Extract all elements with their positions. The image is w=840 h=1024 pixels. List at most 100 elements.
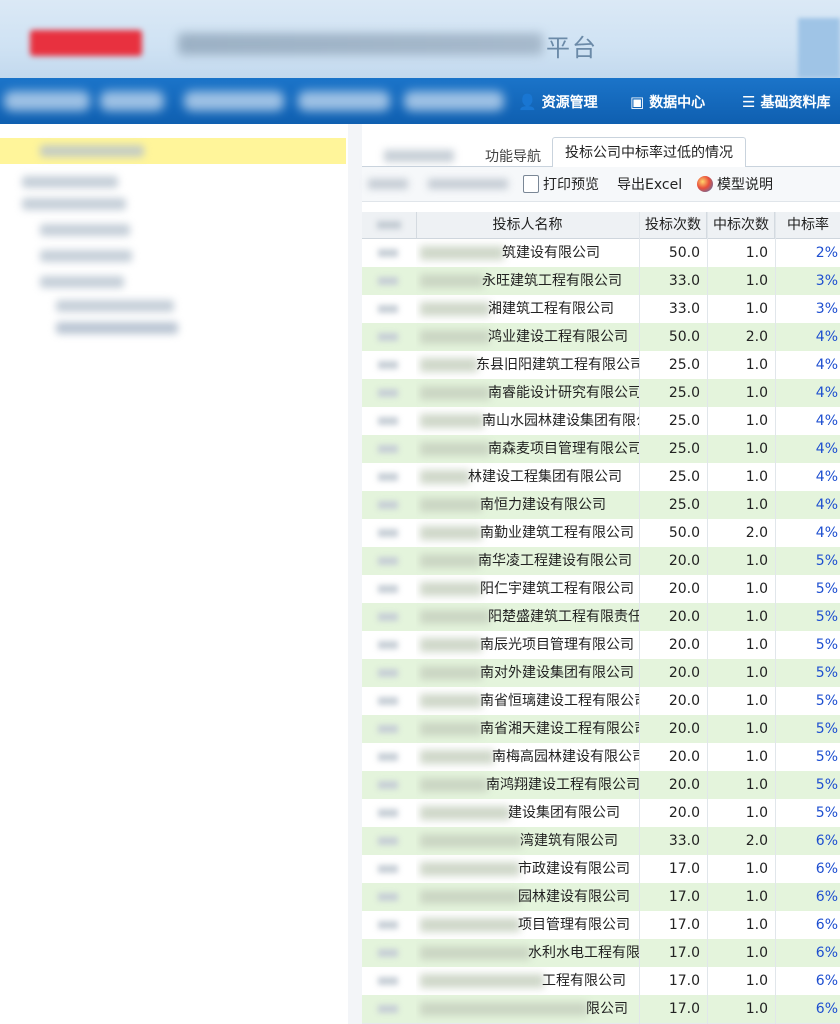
win-count-cell-value: 1.0 (745, 861, 768, 877)
bidder-name-cell: 南睿能设计研究有限公司 (416, 379, 639, 407)
win-count-cell-value: 1.0 (745, 889, 768, 905)
tab-low-win-rate[interactable]: 投标公司中标率过低的情况 (552, 137, 746, 169)
win-count-cell-value: 1.0 (745, 413, 768, 429)
table-row[interactable]: 南华凌工程建设有限公司 20.0 1.0 5% (362, 547, 840, 576)
grid-header-wins[interactable]: 中标次数 (708, 212, 775, 238)
win-count-cell: 1.0 (708, 407, 774, 435)
model-info-label: 模型说明 (717, 177, 773, 193)
table-row[interactable]: 阳仁宇建筑工程有限公司 20.0 1.0 5% (362, 575, 840, 604)
table-row[interactable]: 东县旧阳建筑工程有限公司 25.0 1.0 4% (362, 351, 840, 380)
bidder-name-obscured (420, 330, 490, 344)
table-row[interactable]: 湘建筑工程有限公司 33.0 1.0 3% (362, 295, 840, 324)
tree-node-selected[interactable] (0, 138, 346, 164)
tree-node-obscured[interactable] (56, 300, 174, 312)
table-row[interactable]: 南梅高园林建设有限公司 20.0 1.0 5% (362, 743, 840, 772)
list-icon: ☰ (742, 93, 756, 111)
win-rate-cell: 4% (776, 463, 840, 491)
nav-item-data-center[interactable]: ▣ 数据中心 (630, 90, 705, 114)
row-number-cell (362, 519, 416, 547)
bidder-name-obscured (420, 918, 520, 932)
table-row[interactable]: 永旺建筑工程有限公司 33.0 1.0 3% (362, 267, 840, 296)
win-rate-cell: 5% (776, 575, 840, 603)
row-number-obscured (378, 865, 398, 873)
win-count-cell: 2.0 (708, 323, 774, 351)
nav-item-resource[interactable]: 👤 资源管理 (518, 90, 598, 114)
toolbar-control-obscured[interactable] (428, 179, 508, 189)
bid-count-cell-value: 17.0 (668, 1001, 700, 1017)
bid-count-cell: 20.0 (640, 575, 706, 603)
win-rate-cell: 5% (776, 603, 840, 631)
table-row[interactable]: 湾建筑有限公司 33.0 2.0 6% (362, 827, 840, 856)
tree-node-obscured[interactable] (40, 224, 130, 236)
row-number-obscured (378, 417, 398, 425)
bidder-name-cell: 阳楚盛建筑工程有限责任公司 (416, 603, 639, 631)
win-count-cell-value: 1.0 (745, 973, 768, 989)
table-row[interactable]: 工程有限公司 17.0 1.0 6% (362, 967, 840, 996)
nav-item-obscured-1[interactable] (4, 91, 90, 111)
print-preview-button[interactable]: 打印预览 (523, 171, 599, 197)
win-count-cell: 1.0 (708, 603, 774, 631)
grid-header-name[interactable]: 投标人名称 (416, 212, 640, 238)
win-count-cell-value: 1.0 (745, 581, 768, 597)
table-row[interactable]: 林建设工程集团有限公司 25.0 1.0 4% (362, 463, 840, 492)
table-row[interactable]: 南恒力建设有限公司 25.0 1.0 4% (362, 491, 840, 520)
nav-item-obscured-4[interactable] (298, 91, 390, 111)
row-number-cell (362, 743, 416, 771)
tree-node-obscured[interactable] (22, 176, 118, 188)
win-count-cell: 1.0 (708, 799, 774, 827)
bidder-name-cell: 南对外建设集团有限公司 (416, 659, 639, 687)
export-excel-button[interactable]: 导出Excel (617, 171, 682, 197)
table-row[interactable]: 南鸿翔建设工程有限公司 20.0 1.0 5% (362, 771, 840, 800)
bidder-name-cell: 建设集团有限公司 (416, 799, 639, 827)
table-row[interactable]: 南对外建设集团有限公司 20.0 1.0 5% (362, 659, 840, 688)
table-row[interactable]: 南山水园林建设集团有限公司 25.0 1.0 4% (362, 407, 840, 436)
panel-splitter[interactable] (348, 124, 362, 1024)
tree-node-obscured[interactable] (40, 250, 132, 262)
tree-node-obscured[interactable] (56, 322, 178, 334)
table-row[interactable]: 南勤业建筑工程有限公司 50.0 2.0 4% (362, 519, 840, 548)
tree-node-obscured[interactable] (40, 276, 124, 288)
table-row[interactable]: 南省湘天建设工程有限公司 20.0 1.0 5% (362, 715, 840, 744)
row-number-obscured (378, 613, 398, 621)
nav-item-obscured-3[interactable] (184, 91, 284, 111)
bidder-name-obscured (420, 834, 522, 848)
win-count-cell: 1.0 (708, 631, 774, 659)
nav-item-basic-library[interactable]: ☰ 基础资料库 (742, 90, 830, 114)
table-row[interactable]: 南睿能设计研究有限公司 25.0 1.0 4% (362, 379, 840, 408)
win-rate-cell: 4% (776, 519, 840, 547)
nav-item-obscured-2[interactable] (100, 91, 164, 111)
row-number-obscured (378, 305, 398, 313)
bid-count-cell: 20.0 (640, 743, 706, 771)
table-row[interactable]: 筑建设有限公司 50.0 1.0 2% (362, 239, 840, 268)
table-row[interactable]: 建设集团有限公司 20.0 1.0 5% (362, 799, 840, 828)
bidder-name-text: 南勤业建筑工程有限公司 (480, 525, 634, 541)
tree-node-obscured[interactable] (22, 198, 126, 210)
row-number-cell (362, 295, 416, 323)
win-rate-cell-value: 4% (815, 441, 838, 457)
win-count-cell-value: 1.0 (745, 385, 768, 401)
win-count-cell: 1.0 (708, 911, 774, 939)
table-row[interactable]: 南辰光项目管理有限公司 20.0 1.0 5% (362, 631, 840, 660)
tab-function-nav[interactable]: 功能导航 (485, 146, 541, 166)
win-rate-cell: 6% (776, 827, 840, 855)
table-row[interactable]: 水利水电工程有限公司 17.0 1.0 6% (362, 939, 840, 968)
table-row[interactable]: 鸿业建设工程有限公司 50.0 2.0 4% (362, 323, 840, 352)
table-row[interactable]: 限公司 17.0 1.0 6% (362, 995, 840, 1024)
table-row[interactable]: 南森麦项目管理有限公司 25.0 1.0 4% (362, 435, 840, 464)
bidder-name-text: 南睿能设计研究有限公司 (488, 385, 639, 401)
table-row[interactable]: 阳楚盛建筑工程有限责任公司 20.0 1.0 5% (362, 603, 840, 632)
tab-obscured[interactable] (384, 150, 454, 162)
nav-item-obscured-5[interactable] (404, 91, 504, 111)
win-rate-cell-value: 3% (815, 301, 838, 317)
bid-count-cell-value: 20.0 (668, 777, 700, 793)
bidder-name-text: 园林建设有限公司 (518, 889, 630, 905)
model-info-button[interactable]: 模型说明 (697, 171, 773, 197)
grid-header-bids[interactable]: 投标次数 (640, 212, 707, 238)
win-rate-cell: 5% (776, 659, 840, 687)
table-row[interactable]: 项目管理有限公司 17.0 1.0 6% (362, 911, 840, 940)
grid-header-rate[interactable]: 中标率 (776, 212, 840, 238)
toolbar-control-obscured[interactable] (368, 179, 408, 189)
table-row[interactable]: 南省恒璃建设工程有限公司 20.0 1.0 5% (362, 687, 840, 716)
table-row[interactable]: 市政建设有限公司 17.0 1.0 6% (362, 855, 840, 884)
table-row[interactable]: 园林建设有限公司 17.0 1.0 6% (362, 883, 840, 912)
